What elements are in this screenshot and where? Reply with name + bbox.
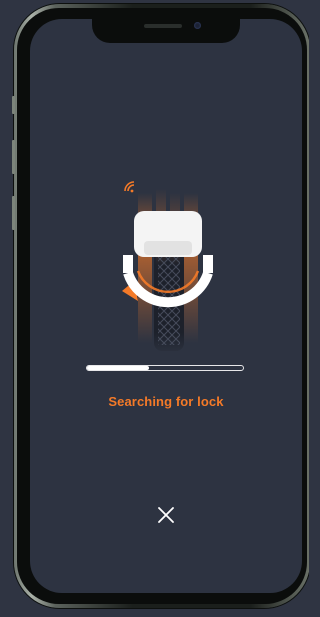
volume-down-button: [12, 140, 15, 174]
lock-search-screen: Searching for lock: [30, 19, 302, 593]
close-icon: [158, 507, 174, 523]
progress-fill: [87, 366, 150, 370]
status-message: Searching for lock: [108, 394, 224, 409]
signal-icon: [124, 181, 135, 193]
volume-up-button: [12, 96, 15, 114]
bike-lock-illustration: [122, 189, 213, 351]
search-progress-bar: [86, 365, 244, 371]
notch: [92, 19, 240, 43]
close-button[interactable]: [151, 500, 181, 530]
app-viewport: Searching for lock: [0, 0, 309, 617]
silent-switch: [12, 196, 15, 230]
front-camera: [194, 22, 201, 29]
speaker: [144, 24, 182, 28]
